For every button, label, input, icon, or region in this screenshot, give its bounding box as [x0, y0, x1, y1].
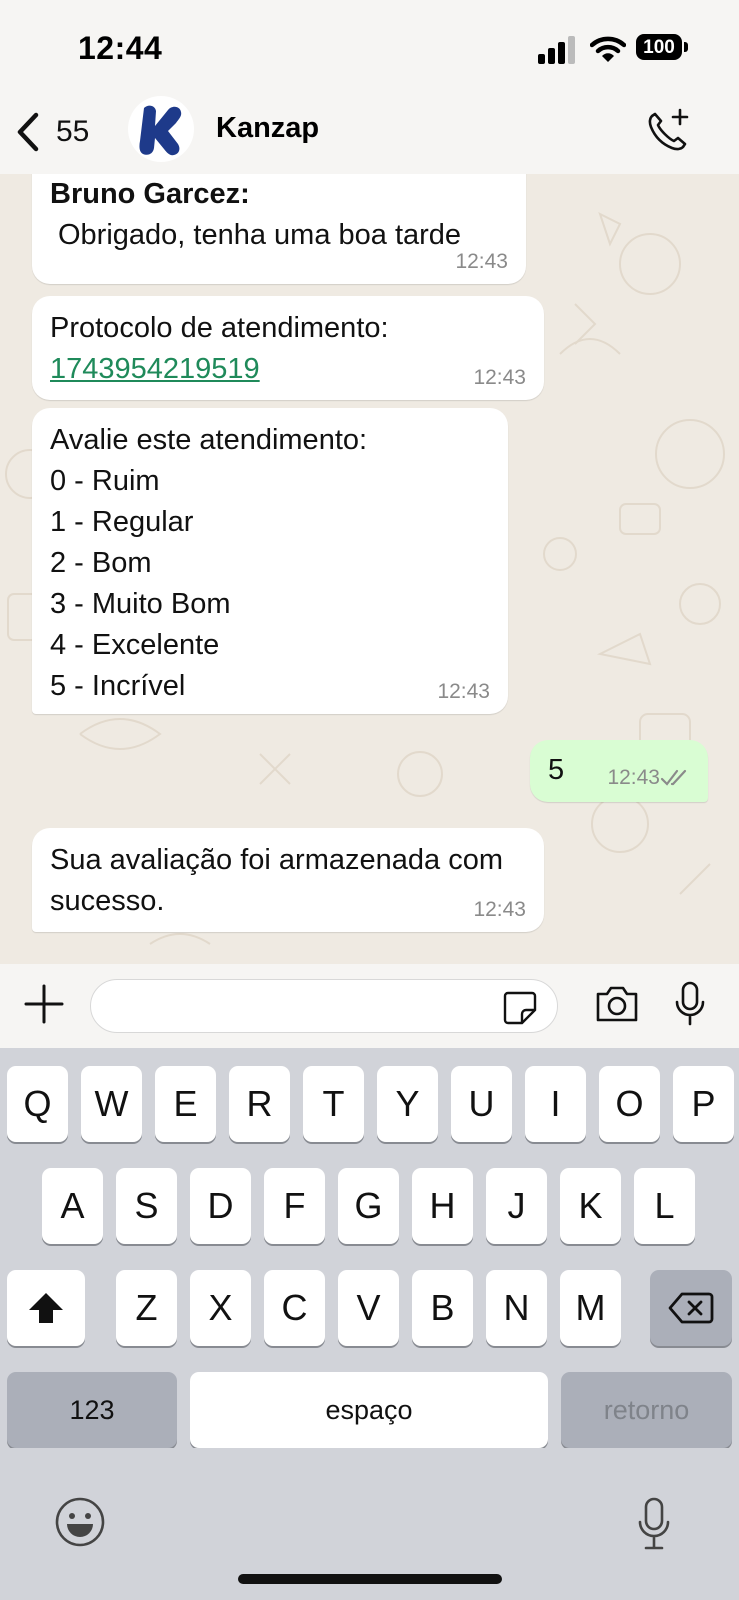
key-a[interactable]: A	[42, 1168, 103, 1244]
cellular-signal-icon	[538, 36, 575, 64]
message-line: Avalie este atendimento:	[50, 424, 368, 456]
shift-icon	[29, 1293, 63, 1323]
chat-area[interactable]: Bruno Garcez: Obrigado, tenha uma boa ta…	[0, 174, 739, 964]
message-time: 12:43	[473, 898, 526, 921]
emoji-icon[interactable]	[54, 1496, 106, 1548]
dictation-mic-icon[interactable]	[636, 1496, 672, 1552]
key-p[interactable]: P	[673, 1066, 734, 1142]
message-text: Obrigado, tenha uma boa tarde	[58, 219, 462, 251]
key-t[interactable]: T	[303, 1066, 364, 1142]
key-c[interactable]: C	[264, 1270, 325, 1346]
key-h[interactable]: H	[412, 1168, 473, 1244]
key-o[interactable]: O	[599, 1066, 660, 1142]
message-time: 12:43	[473, 366, 526, 389]
message-line: Sua avaliação foi armazenada com	[50, 844, 503, 876]
battery-level: 100	[636, 34, 682, 60]
sticker-icon[interactable]	[502, 990, 538, 1026]
backspace-key[interactable]	[650, 1270, 732, 1346]
key-f[interactable]: F	[264, 1168, 325, 1244]
key-l[interactable]: L	[634, 1168, 695, 1244]
message-bubble[interactable]: Sua avaliação foi armazenada com sucesso…	[32, 828, 544, 932]
message-time: 12:43	[607, 766, 660, 789]
battery-indicator: 100	[636, 34, 690, 64]
message-line: 2 - Bom	[50, 547, 152, 579]
back-button[interactable]: 55	[14, 110, 89, 154]
message-line: 3 - Muito Bom	[50, 588, 231, 620]
message-bubble[interactable]: Bruno Garcez: Obrigado, tenha uma boa ta…	[32, 174, 526, 284]
back-chevron-icon	[17, 112, 39, 152]
chat-header: 55 Kanzap	[0, 96, 739, 174]
contact-name[interactable]: Kanzap	[216, 112, 319, 145]
avatar[interactable]	[128, 96, 194, 162]
numbers-key[interactable]: 123	[7, 1372, 177, 1448]
key-k[interactable]: K	[560, 1168, 621, 1244]
message-line: 0 - Ruim	[50, 465, 160, 497]
key-m[interactable]: M	[560, 1270, 621, 1346]
key-v[interactable]: V	[338, 1270, 399, 1346]
space-key[interactable]: espaço	[190, 1372, 548, 1448]
key-w[interactable]: W	[81, 1066, 142, 1142]
message-line: 4 - Excelente	[50, 629, 220, 661]
camera-icon[interactable]	[594, 984, 640, 1024]
home-indicator	[238, 1574, 502, 1584]
key-z[interactable]: Z	[116, 1270, 177, 1346]
wifi-icon	[590, 36, 626, 62]
message-line: 1 - Regular	[50, 506, 194, 538]
message-text: Protocolo de atendimento:	[50, 312, 389, 344]
read-receipt-icon	[660, 769, 687, 786]
key-b[interactable]: B	[412, 1270, 473, 1346]
key-q[interactable]: Q	[7, 1066, 68, 1142]
message-sender: Bruno Garcez:	[50, 178, 250, 210]
status-bar: 12:44 100	[0, 0, 739, 96]
key-r[interactable]: R	[229, 1066, 290, 1142]
key-x[interactable]: X	[190, 1270, 251, 1346]
message-line: sucesso.	[50, 885, 165, 917]
key-s[interactable]: S	[116, 1168, 177, 1244]
key-n[interactable]: N	[486, 1270, 547, 1346]
key-y[interactable]: Y	[377, 1066, 438, 1142]
protocol-link[interactable]: 1743954219519	[50, 349, 260, 390]
message-text: 5	[548, 754, 565, 786]
message-time: 12:43	[437, 680, 490, 703]
unread-count: 55	[56, 115, 90, 148]
key-j[interactable]: J	[486, 1168, 547, 1244]
add-call-icon[interactable]	[642, 106, 692, 156]
status-time: 12:44	[78, 30, 163, 66]
return-key[interactable]: retorno	[561, 1372, 732, 1448]
mic-icon[interactable]	[672, 980, 708, 1028]
key-e[interactable]: E	[155, 1066, 216, 1142]
backspace-icon	[668, 1292, 714, 1324]
plus-icon[interactable]	[22, 982, 66, 1026]
shift-key[interactable]	[7, 1270, 85, 1346]
message-time: 12:43	[455, 250, 508, 273]
message-input[interactable]	[90, 979, 558, 1033]
composer-bar	[0, 964, 739, 1048]
message-bubble[interactable]: Protocolo de atendimento: 1743954219519 …	[32, 296, 544, 400]
message-bubble[interactable]: Avalie este atendimento: 0 - Ruim 1 - Re…	[32, 408, 508, 714]
message-line: 5 - Incrível	[50, 670, 186, 702]
key-d[interactable]: D	[190, 1168, 251, 1244]
key-i[interactable]: I	[525, 1066, 586, 1142]
kanzap-logo-icon	[139, 105, 182, 156]
outgoing-message-bubble[interactable]: 5 12:43	[530, 740, 708, 802]
key-u[interactable]: U	[451, 1066, 512, 1142]
key-g[interactable]: G	[338, 1168, 399, 1244]
